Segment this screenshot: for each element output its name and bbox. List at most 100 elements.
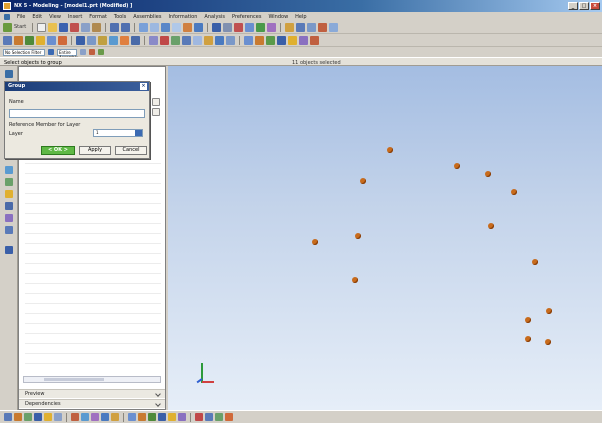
datum-icon[interactable]: [307, 22, 317, 32]
transform-icon[interactable]: [138, 413, 146, 421]
menu-analysis[interactable]: Analysis: [204, 14, 225, 20]
menu-preferences[interactable]: Preferences: [232, 14, 261, 20]
rotate-icon[interactable]: [161, 22, 171, 32]
snap-point-icon[interactable]: [80, 49, 86, 55]
point-marker[interactable]: [485, 171, 491, 177]
menu-assemblies[interactable]: Assemblies: [133, 14, 161, 20]
scope-select[interactable]: Entire Assembly: [57, 48, 78, 60]
point-marker[interactable]: [525, 317, 531, 323]
ok-button[interactable]: < OK >: [41, 146, 75, 155]
edge-blend-icon[interactable]: [149, 35, 158, 45]
dependencies-section[interactable]: Dependencies: [19, 399, 165, 408]
preview-section[interactable]: Preview: [19, 389, 165, 398]
cut-icon[interactable]: [70, 22, 80, 32]
grid-icon[interactable]: [25, 35, 34, 45]
sync-icon[interactable]: [310, 35, 319, 45]
shaded-view-icon[interactable]: [183, 22, 193, 32]
thread-icon[interactable]: [288, 35, 297, 45]
offset-face-icon[interactable]: [266, 35, 275, 45]
tree-row[interactable]: [25, 213, 161, 214]
pattern-icon[interactable]: [182, 35, 191, 45]
close-icon[interactable]: ×: [140, 83, 147, 90]
web-browser-icon[interactable]: [5, 178, 13, 186]
show-hide-icon[interactable]: [223, 22, 233, 32]
start-label[interactable]: Start: [14, 24, 26, 30]
palette-icon[interactable]: [5, 246, 13, 254]
expression-icon[interactable]: [299, 35, 308, 45]
close-window-button[interactable]: ×: [590, 2, 600, 10]
tree-row[interactable]: [25, 233, 161, 234]
assembly-navigator-icon[interactable]: [5, 70, 13, 78]
trim-body-icon[interactable]: [244, 35, 253, 45]
copy-icon[interactable]: [81, 22, 91, 32]
distance-icon[interactable]: [215, 413, 223, 421]
blank-icon[interactable]: [158, 413, 166, 421]
intersect-icon[interactable]: [226, 35, 235, 45]
wcs-icon[interactable]: [34, 413, 42, 421]
menu-information[interactable]: Information: [168, 14, 197, 20]
tree-row[interactable]: [25, 363, 161, 364]
sweep-icon[interactable]: [98, 35, 107, 45]
surface-icon[interactable]: [329, 22, 339, 32]
pan-icon[interactable]: [172, 22, 182, 32]
fit-view-icon[interactable]: [139, 22, 149, 32]
unblank-icon[interactable]: [168, 413, 176, 421]
tree-row[interactable]: [25, 263, 161, 264]
point-marker[interactable]: [488, 223, 494, 229]
chevron-down-icon[interactable]: [135, 130, 142, 136]
arc-icon[interactable]: [58, 35, 67, 45]
redo-icon[interactable]: [121, 22, 131, 32]
zoom-icon[interactable]: [150, 22, 160, 32]
chevron-down-icon[interactable]: [155, 391, 161, 397]
layer-icon[interactable]: [24, 413, 32, 421]
point-marker[interactable]: [387, 147, 393, 153]
pocket-icon[interactable]: [131, 35, 140, 45]
point-marker[interactable]: [532, 259, 538, 265]
save-icon[interactable]: [59, 22, 69, 32]
curve-icon[interactable]: [296, 22, 306, 32]
render-icon[interactable]: [14, 35, 23, 45]
boss-icon[interactable]: [120, 35, 129, 45]
tree-row[interactable]: [25, 203, 161, 204]
shell-icon[interactable]: [171, 35, 180, 45]
horizontal-scrollbar[interactable]: [23, 376, 161, 383]
maximize-button[interactable]: □: [579, 2, 589, 10]
system-materials-icon[interactable]: [5, 202, 13, 210]
snap-icon[interactable]: [4, 413, 12, 421]
measure-icon[interactable]: [245, 22, 255, 32]
pin-icon[interactable]: [152, 98, 160, 106]
layer-settings-icon[interactable]: [212, 22, 222, 32]
unite-icon[interactable]: [204, 35, 213, 45]
draft-icon[interactable]: [277, 35, 286, 45]
tree-row[interactable]: [25, 343, 161, 344]
tree-row[interactable]: [25, 253, 161, 254]
check-geometry-icon[interactable]: [256, 22, 266, 32]
tree-row[interactable]: [25, 303, 161, 304]
chamfer-icon[interactable]: [160, 35, 169, 45]
graphics-window[interactable]: [168, 66, 602, 410]
tree-row[interactable]: [25, 353, 161, 354]
undo-icon[interactable]: [110, 22, 120, 32]
view-icon[interactable]: [14, 413, 22, 421]
chevron-down-icon[interactable]: [155, 401, 161, 407]
reuse-library-icon[interactable]: [5, 166, 13, 174]
quick-pick-icon[interactable]: [71, 413, 79, 421]
menu-format[interactable]: Format: [89, 14, 107, 20]
process-studio-icon[interactable]: [5, 214, 13, 222]
cancel-button[interactable]: Cancel: [115, 146, 147, 155]
vector-icon[interactable]: [54, 413, 62, 421]
point-constructor-icon[interactable]: [44, 413, 52, 421]
tree-row[interactable]: [25, 333, 161, 334]
filter-dropdown-icon[interactable]: [48, 49, 54, 55]
line-icon[interactable]: [47, 35, 56, 45]
scrollbar-thumb[interactable]: [44, 378, 104, 381]
open-icon[interactable]: [48, 22, 58, 32]
menu-tools[interactable]: Tools: [114, 14, 126, 20]
tree-row[interactable]: [25, 243, 161, 244]
edit-object-icon[interactable]: [128, 413, 136, 421]
color-icon[interactable]: [267, 22, 277, 32]
start-icon[interactable]: [3, 22, 12, 32]
point-marker[interactable]: [355, 233, 361, 239]
preselection-icon[interactable]: [91, 413, 99, 421]
name-input[interactable]: [9, 109, 145, 118]
